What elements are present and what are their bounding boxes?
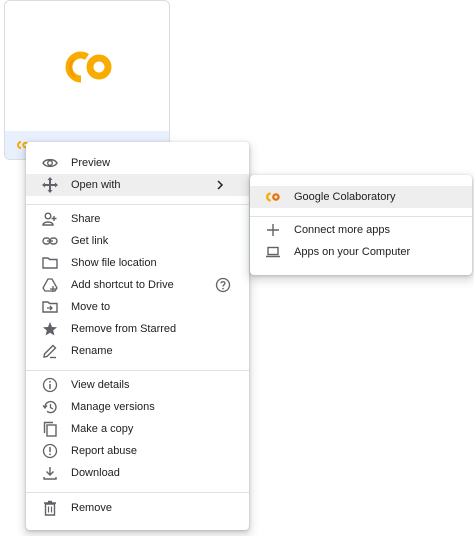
menu-item-label: View details: [71, 379, 130, 391]
chevron-right-icon: [215, 177, 225, 193]
context-menu: Preview Open with Share Get link Show fi…: [26, 142, 249, 530]
download-icon: [42, 465, 58, 481]
menu-item-label: Remove from Starred: [71, 323, 177, 335]
submenu-item-label: Apps on your Computer: [294, 246, 411, 258]
eye-icon: [42, 155, 58, 171]
menu-item-remove[interactable]: Remove: [26, 497, 249, 519]
submenu-item-apps-on-your-computer[interactable]: Apps on your Computer: [250, 241, 472, 263]
submenu-item-connect-more-apps[interactable]: Connect more apps: [250, 219, 472, 241]
menu-item-label: Remove: [71, 502, 112, 514]
menu-item-rename[interactable]: Rename: [26, 340, 249, 362]
menu-divider: [250, 216, 472, 217]
trash-icon: [42, 500, 58, 516]
menu-item-label: Preview: [71, 157, 111, 169]
menu-item-add-shortcut[interactable]: Add shortcut to Drive: [26, 274, 249, 296]
menu-item-view-details[interactable]: View details: [26, 374, 249, 396]
help-icon[interactable]: [215, 277, 231, 293]
menu-item-preview[interactable]: Preview: [26, 152, 249, 174]
menu-item-move-to[interactable]: Move to: [26, 296, 249, 318]
plus-icon: [265, 222, 281, 238]
menu-divider: [26, 204, 249, 205]
link-icon: [42, 233, 58, 249]
laptop-icon: [265, 244, 281, 260]
menu-item-make-a-copy[interactable]: Make a copy: [26, 418, 249, 440]
menu-item-report-abuse[interactable]: Report abuse: [26, 440, 249, 462]
copy-icon: [42, 421, 58, 437]
menu-item-label: Show file location: [71, 257, 157, 269]
colab-logo-icon: [265, 189, 281, 205]
menu-divider: [26, 370, 249, 371]
menu-item-label: Report abuse: [71, 445, 138, 457]
menu-item-label: Manage versions: [71, 401, 155, 413]
person-add-icon: [42, 211, 58, 227]
history-icon: [42, 399, 58, 415]
move-to-folder-icon: [42, 299, 58, 315]
menu-item-label: Make a copy: [71, 423, 134, 435]
menu-item-remove-from-starred[interactable]: Remove from Starred: [26, 318, 249, 340]
colab-logo-icon: [65, 51, 112, 83]
file-thumbnail: [5, 1, 169, 133]
menu-item-download[interactable]: Download: [26, 462, 249, 484]
menu-item-share[interactable]: Share: [26, 208, 249, 230]
menu-item-get-link[interactable]: Get link: [26, 230, 249, 252]
open-with-submenu: Google Colaboratory Connect more apps Ap…: [250, 175, 472, 275]
alert-icon: [42, 443, 58, 459]
submenu-item-google-colaboratory[interactable]: Google Colaboratory: [250, 186, 472, 208]
menu-item-show-file-location[interactable]: Show file location: [26, 252, 249, 274]
file-card[interactable]: [4, 0, 170, 160]
move-arrows-icon: [42, 177, 58, 193]
menu-item-label: Move to: [71, 301, 111, 313]
menu-item-label: Download: [71, 467, 120, 479]
folder-icon: [42, 255, 58, 271]
add-shortcut-icon: [42, 277, 58, 293]
pencil-icon: [42, 343, 58, 359]
menu-item-label: Open with: [71, 179, 121, 191]
menu-item-manage-versions[interactable]: Manage versions: [26, 396, 249, 418]
star-icon: [42, 321, 58, 337]
menu-item-label: Get link: [71, 235, 109, 247]
info-icon: [42, 377, 58, 393]
menu-item-label: Rename: [71, 345, 113, 357]
menu-item-label: Add shortcut to Drive: [71, 279, 174, 291]
menu-item-label: Share: [71, 213, 101, 225]
submenu-item-label: Connect more apps: [294, 224, 390, 236]
submenu-item-label: Google Colaboratory: [294, 191, 396, 203]
menu-divider: [26, 492, 249, 493]
menu-item-open-with[interactable]: Open with: [26, 174, 249, 196]
